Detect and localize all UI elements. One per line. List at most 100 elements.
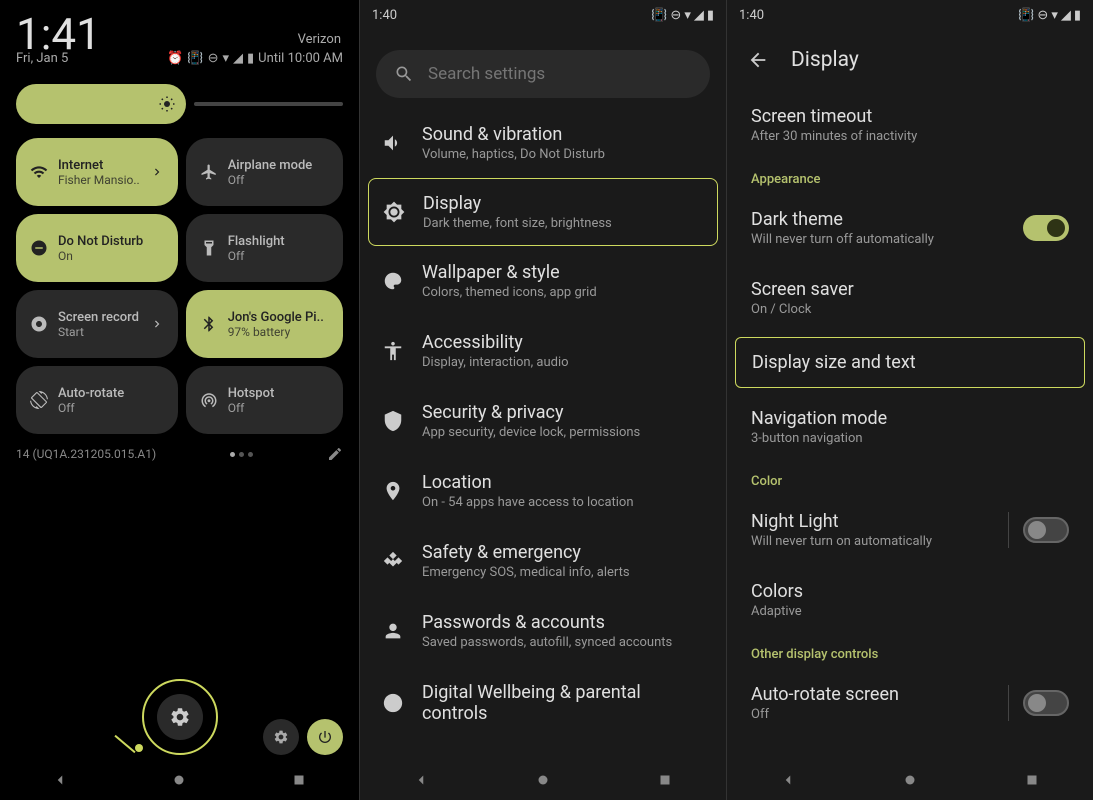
colors-sub: Adaptive: [751, 604, 1069, 619]
auto-rotate-item[interactable]: Auto-rotate screen Off: [727, 668, 1093, 738]
chevron-right-icon: [150, 165, 164, 179]
settings-item-accessibility[interactable]: AccessibilityDisplay, interaction, audio: [360, 316, 726, 386]
settings-item-palette[interactable]: Wallpaper & styleColors, themed icons, a…: [360, 246, 726, 316]
accessibility-icon: [382, 340, 404, 362]
navigation-mode-item[interactable]: Navigation mode 3-button navigation: [727, 392, 1093, 462]
colors-item[interactable]: Colors Adaptive: [727, 565, 1093, 635]
qs-tile-rotate[interactable]: Auto-rotateOff: [16, 366, 178, 434]
wifi-icon: ▾: [684, 8, 691, 23]
date-label: Fri, Jan 5: [16, 51, 68, 66]
alarm-icon: ⏰: [167, 51, 183, 66]
build-number: 14 (UQ1A.231205.015.A1): [16, 447, 156, 461]
hotspot-icon: [200, 391, 218, 409]
qs-tile-flashlight[interactable]: FlashlightOff: [186, 214, 343, 282]
settings-item-account[interactable]: Passwords & accountsSaved passwords, aut…: [360, 596, 726, 666]
setting-title: Display: [423, 193, 612, 214]
section-appearance: Appearance: [727, 160, 1093, 193]
back-nav-icon[interactable]: [412, 771, 430, 789]
back-nav-icon[interactable]: [779, 771, 797, 789]
bottom-controls: [0, 719, 359, 755]
night-light-toggle[interactable]: [1023, 517, 1069, 543]
settings-item-wellbeing[interactable]: Digital Wellbeing & parental controls: [360, 666, 726, 740]
status-time: 1:40: [739, 8, 764, 23]
settings-item-emergency[interactable]: Safety & emergency Emergency SOS, medical…: [360, 526, 726, 596]
settings-button-small[interactable]: [263, 719, 299, 755]
setting-sub: Emergency SOS, medical info, alerts: [422, 565, 630, 580]
back-arrow-icon[interactable]: [747, 49, 769, 71]
qs-tile-record[interactable]: Screen recordStart: [16, 290, 178, 358]
brightness-icon: [383, 201, 405, 223]
brightness-icon: [158, 95, 176, 113]
qs-tile-title: Flashlight: [228, 234, 329, 249]
home-nav-icon[interactable]: [901, 771, 919, 789]
airplane-icon: [200, 163, 218, 181]
dnd-icon: [30, 239, 48, 257]
settings-list: Sound & vibrationVolume, haptics, Do Not…: [360, 108, 726, 740]
bluetooth-icon: [200, 315, 218, 333]
qs-tile-title: Do Not Disturb: [58, 234, 164, 249]
quick-settings-panel: 1:41 Verizon Fri, Jan 5 ⏰ 📳 ⊖ ▾ ◢ ▮ Unti…: [0, 0, 360, 800]
qs-tile-hotspot[interactable]: HotspotOff: [186, 366, 343, 434]
dark-theme-item[interactable]: Dark theme Will never turn off automatic…: [727, 193, 1093, 263]
search-input[interactable]: [428, 64, 692, 84]
chevron-right-icon: [150, 317, 164, 331]
record-icon: [30, 315, 48, 333]
qs-tile-dnd[interactable]: Do Not DisturbOn: [16, 214, 178, 282]
dark-theme-toggle[interactable]: [1023, 215, 1069, 241]
setting-title: Digital Wellbeing & parental controls: [422, 682, 704, 724]
search-bar[interactable]: [376, 50, 710, 98]
volume-icon: [382, 132, 404, 154]
search-icon: [394, 64, 414, 84]
settings-button-large[interactable]: [157, 694, 203, 740]
settings-item-location[interactable]: LocationOn - 54 apps have access to loca…: [360, 456, 726, 526]
status-icons: 📳 ⊖ ▾ ◢ ▮: [651, 8, 714, 23]
qs-tile-sub: Off: [228, 173, 329, 187]
auto-rotate-toggle[interactable]: [1023, 690, 1069, 716]
nav-bar: [360, 760, 726, 800]
dnd-icon: ⊖: [208, 51, 219, 66]
display-size-item[interactable]: Display size and text: [735, 337, 1085, 388]
auto-rotate-title: Auto-rotate screen: [751, 684, 899, 705]
home-nav-icon[interactable]: [534, 771, 552, 789]
setting-title: Safety & emergency: [422, 542, 630, 563]
nav-mode-sub: 3-button navigation: [751, 431, 1069, 446]
setting-sub: Saved passwords, autofill, synced accoun…: [422, 635, 672, 650]
screen-saver-sub: On / Clock: [751, 302, 1069, 317]
setting-sub: On - 54 apps have access to location: [422, 495, 634, 510]
home-nav-icon[interactable]: [170, 771, 188, 789]
settings-item-volume[interactable]: Sound & vibrationVolume, haptics, Do Not…: [360, 108, 726, 178]
recent-nav-icon[interactable]: [1023, 771, 1041, 789]
page-title: Display: [791, 48, 859, 72]
recent-nav-icon[interactable]: [290, 771, 308, 789]
brightness-slider[interactable]: [16, 84, 186, 124]
qs-tile-wifi[interactable]: InternetFisher Mansio..: [16, 138, 178, 206]
setting-title: Security & privacy: [422, 402, 640, 423]
status-icons: 📳 ⊖ ▾ ◢ ▮: [1018, 8, 1081, 23]
screen-timeout-sub: After 30 minutes of inactivity: [751, 129, 1069, 144]
status-time: 1:40: [372, 8, 397, 23]
settings-item-shield[interactable]: Security & privacyApp security, device l…: [360, 386, 726, 456]
settings-highlight: [142, 679, 218, 755]
recent-nav-icon[interactable]: [656, 771, 674, 789]
qs-tile-sub: Fisher Mansio..: [58, 173, 140, 187]
display-settings-panel: 1:40 📳 ⊖ ▾ ◢ ▮ Display Screen timeout Af…: [727, 0, 1093, 800]
status-bar: 1:40 📳 ⊖ ▾ ◢ ▮: [360, 0, 726, 30]
qs-tile-sub: Off: [58, 401, 164, 415]
setting-title: Wallpaper & style: [422, 262, 597, 283]
screen-saver-item[interactable]: Screen saver On / Clock: [727, 263, 1093, 333]
qs-tile-airplane[interactable]: Airplane modeOff: [186, 138, 343, 206]
qs-tile-title: Internet: [58, 158, 140, 173]
night-light-item[interactable]: Night Light Will never turn on automatic…: [727, 495, 1093, 565]
qs-tile-sub: On: [58, 249, 164, 263]
rotate-icon: [30, 391, 48, 409]
back-nav-icon[interactable]: [51, 771, 69, 789]
settings-item-brightness[interactable]: DisplayDark theme, font size, brightness: [368, 178, 718, 246]
edit-icon[interactable]: [327, 446, 343, 462]
power-button[interactable]: [307, 719, 343, 755]
wifi-icon: [30, 163, 48, 181]
screen-timeout-item[interactable]: Screen timeout After 30 minutes of inact…: [727, 90, 1093, 160]
qs-tile-title: Hotspot: [228, 386, 329, 401]
qs-tile-bluetooth[interactable]: Jon's Google Pi..97% battery: [186, 290, 343, 358]
dark-theme-title: Dark theme: [751, 209, 934, 230]
brightness-track[interactable]: [194, 102, 343, 106]
